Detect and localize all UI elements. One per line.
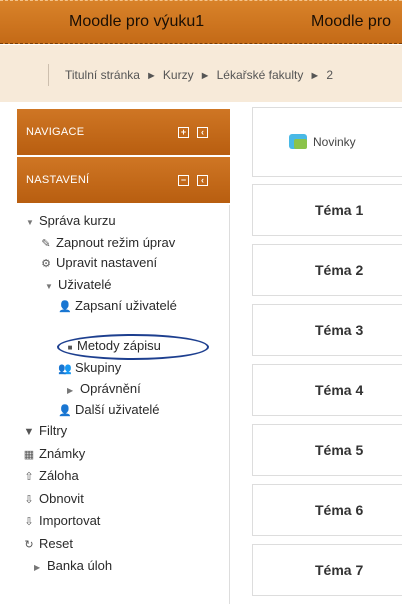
- topic-section[interactable]: Téma 6: [252, 484, 402, 536]
- breadcrumb-courses[interactable]: Kurzy: [163, 68, 194, 82]
- tree-item-backup[interactable]: ⇧ Záloha: [22, 467, 79, 485]
- backup-icon: ⇧: [24, 471, 34, 483]
- tree-item-label: Další uživatelé: [75, 402, 160, 417]
- top-nav-link-2[interactable]: Moodle pro: [311, 13, 391, 31]
- filter-icon: ▼: [23, 426, 35, 438]
- navigation-block-title: NAVIGACE: [26, 126, 85, 138]
- tree-item-label: Importovat: [39, 513, 101, 528]
- top-nav-link-1[interactable]: Moodle pro výuku1: [69, 13, 204, 31]
- tree-item-label: Správa kurzu: [39, 213, 116, 228]
- topic-section[interactable]: Téma 4: [252, 364, 402, 416]
- dock-icon[interactable]: ‹: [197, 175, 208, 186]
- topic-title: Téma 4: [315, 382, 364, 398]
- dock-icon[interactable]: ‹: [197, 127, 208, 138]
- tree-item-label: Oprávnění: [80, 381, 141, 396]
- topic-section[interactable]: Téma 1: [252, 184, 402, 236]
- tree-item-label: Skupiny: [75, 360, 122, 375]
- tree-item-grades[interactable]: ▦ Známky: [22, 445, 85, 463]
- top-navbar: Moodle pro výuku1 Moodle pro: [0, 0, 402, 44]
- topic-section[interactable]: Téma 7: [252, 544, 402, 596]
- tree-item-label: Zapnout režim úprav: [56, 235, 176, 250]
- reset-icon: ↻: [24, 539, 34, 551]
- forum-icon: [289, 134, 307, 149]
- breadcrumb-current[interactable]: 2: [326, 68, 333, 82]
- restore-icon: ⇩: [24, 494, 34, 506]
- topic-title: Téma 2: [315, 262, 364, 278]
- gear-icon: ⚙: [41, 258, 51, 270]
- tree-item-edit-settings[interactable]: ⚙ Upravit nastavení: [39, 254, 157, 272]
- news-forum-label: Novinky: [313, 135, 356, 149]
- triangle-down-icon: ▼: [45, 282, 53, 291]
- tree-item-label: Upravit nastavení: [56, 255, 158, 270]
- breadcrumb: Titulní stránka ► Kurzy ► Lékařské fakul…: [48, 64, 333, 86]
- tree-item-label: Známky: [39, 446, 86, 461]
- breadcrumb-separator-icon: ►: [306, 70, 324, 82]
- topic-title: Téma 7: [315, 562, 364, 578]
- topic-title: Téma 1: [315, 202, 364, 218]
- topic-section[interactable]: Téma 2: [252, 244, 402, 296]
- tree-item-permissions[interactable]: ▶ Oprávnění: [67, 380, 141, 398]
- tree-item-enrolled-users[interactable]: 👤 Zapsaní uživatelé: [58, 297, 177, 315]
- tree-item-label: Reset: [39, 536, 73, 551]
- news-forum-link[interactable]: Novinky: [289, 134, 356, 149]
- tree-item-label: Záloha: [39, 468, 79, 483]
- user-icon: 👤: [58, 301, 72, 313]
- topic-title: Téma 3: [315, 322, 364, 338]
- tree-item-label: Banka úloh: [47, 558, 113, 573]
- settings-block-header[interactable]: NASTAVENÍ − ‹: [17, 157, 230, 203]
- tree-item-groups[interactable]: 👥 Skupiny: [58, 359, 121, 377]
- breadcrumb-separator-icon: ►: [196, 70, 214, 82]
- topic-section[interactable]: Téma 3: [252, 304, 402, 356]
- collapse-icon[interactable]: −: [178, 175, 189, 186]
- tree-item-import[interactable]: ⇩ Importovat: [22, 512, 100, 530]
- grades-icon: ▦: [23, 449, 35, 461]
- tree-item-other-users[interactable]: 👤 Další uživatelé: [58, 401, 160, 419]
- tree-item-edit-mode[interactable]: ✎ Zapnout režim úprav: [39, 234, 175, 252]
- tree-item-label: Uživatelé: [58, 277, 112, 292]
- breadcrumb-faculty[interactable]: Lékařské fakulty: [217, 68, 304, 82]
- topic-title: Téma 5: [315, 442, 364, 458]
- group-icon: 👥: [58, 363, 72, 375]
- breadcrumb-home[interactable]: Titulní stránka: [65, 68, 140, 82]
- navbar-dashed-line: [0, 0, 402, 1]
- expand-icon[interactable]: +: [178, 127, 189, 138]
- tree-item-course-admin[interactable]: ▼ Správa kurzu: [26, 212, 116, 230]
- triangle-right-icon: ▶: [34, 563, 41, 572]
- user-icon: 👤: [58, 405, 72, 417]
- topic-title: Téma 6: [315, 502, 364, 518]
- tree-item-label: Zapsaní uživatelé: [75, 298, 177, 313]
- tree-item-filters[interactable]: ▼ Filtry: [22, 422, 68, 440]
- tree-item-label: Filtry: [39, 423, 68, 438]
- topic-section[interactable]: Téma 5: [252, 424, 402, 476]
- import-icon: ⇩: [24, 516, 34, 528]
- tree-item-reset[interactable]: ↻ Reset: [22, 535, 73, 553]
- tree-item-question-bank[interactable]: ▶ Banka úloh: [34, 557, 112, 575]
- tree-item-label: Obnovit: [39, 491, 84, 506]
- settings-block-title: NASTAVENÍ: [26, 174, 90, 186]
- tree-item-restore[interactable]: ⇩ Obnovit: [22, 490, 84, 508]
- triangle-down-icon: ▼: [26, 218, 34, 227]
- pencil-icon: ✎: [41, 238, 51, 250]
- tree-item-users[interactable]: ▼ Uživatelé: [45, 276, 111, 294]
- navigation-block-header[interactable]: NAVIGACE + ‹: [17, 109, 230, 155]
- breadcrumb-bar: Titulní stránka ► Kurzy ► Lékařské fakul…: [0, 45, 402, 102]
- breadcrumb-separator-icon: ►: [142, 70, 160, 82]
- highlight-oval: [57, 334, 209, 360]
- triangle-right-icon: ▶: [67, 386, 74, 395]
